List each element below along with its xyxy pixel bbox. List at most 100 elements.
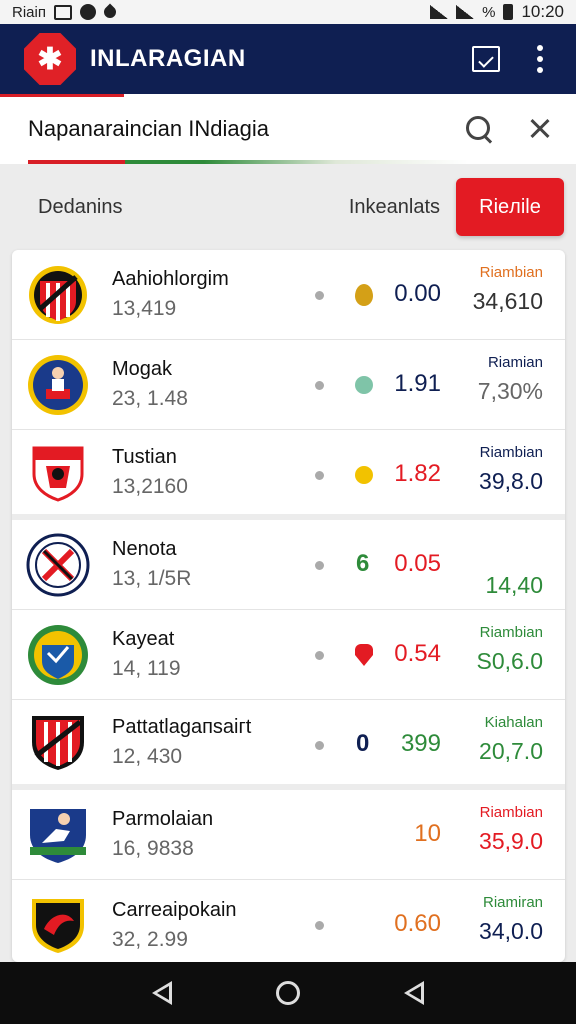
separator-dot-icon — [315, 741, 324, 750]
kebab-icon — [537, 45, 543, 73]
trend-indicator-icon — [355, 644, 373, 666]
team-stat: 14,40 — [485, 572, 543, 598]
search-input[interactable]: Napanaraincian INdiagia — [28, 116, 462, 142]
search-bar: Napanaraincian INdiagia — [0, 94, 576, 164]
team-stat-block: Riamian 7,30% — [433, 354, 543, 405]
team-tag: Riamiran — [482, 894, 543, 911]
status-bar: Riaiп % 10:20 — [0, 0, 576, 24]
close-icon[interactable] — [526, 115, 554, 143]
team-name: Pattatlagaпsaiгt — [112, 715, 252, 738]
team-row[interactable]: Aahiohlorgim 13,419 0.00 Riambian 34,610 — [12, 250, 565, 340]
filter-row: Dedanins Inkeanlats Rieлile — [0, 164, 576, 250]
trend-indicator-icon — [355, 376, 373, 394]
trend-indicator-icon — [355, 466, 373, 484]
team-name: Kayeat — [112, 628, 175, 650]
team-name: Tustian — [112, 445, 177, 468]
separator-dot-icon — [315, 381, 324, 390]
team-crest-icon — [26, 623, 90, 687]
trend-indicator-icon — [355, 284, 373, 306]
team-crest-icon — [26, 440, 90, 504]
team-crest-icon — [26, 353, 90, 417]
separator-dot-icon — [315, 921, 324, 930]
team-stat: 34,610 — [472, 288, 543, 314]
cell-signal-icon — [456, 5, 475, 19]
separator-dot-icon — [315, 561, 324, 570]
separator-dot-icon — [315, 291, 324, 300]
team-row[interactable]: Carreaipokain 32, 2.99 0.60 Riamiran 34,… — [12, 880, 565, 962]
team-stat-block: Kiahalan 20,7.0 — [433, 714, 543, 765]
team-info: Kayeat 14, 119 — [112, 628, 302, 681]
team-row[interactable]: Kayeat 14, 119 0.54 Riambian S0,6.0 — [12, 610, 565, 700]
app-notification-icon — [79, 4, 96, 20]
team-info: Pattatlagaпsaiгt 12, 430 — [112, 716, 302, 769]
team-name: Nenota — [112, 538, 177, 560]
team-info: Aahiohlorgim 13,419 — [112, 268, 302, 321]
team-list: Aahiohlorgim 13,419 0.00 Riambian 34,610… — [12, 250, 565, 962]
app-logo[interactable]: ✱ — [24, 33, 76, 85]
team-name: Carreaipokain — [112, 898, 237, 921]
team-name: Aahiohlorgim — [112, 268, 229, 290]
search-icon[interactable] — [462, 112, 496, 146]
team-stat-block: Riambian 35,9.0 — [433, 804, 543, 855]
team-tag: Riamian — [487, 354, 543, 371]
team-subtext: 16, 9838 — [112, 837, 194, 860]
team-name: Mogak — [112, 358, 173, 380]
team-subtext: 23, 1.48 — [112, 387, 188, 410]
team-crest-icon — [26, 710, 90, 774]
team-row[interactable]: Pattatlagaпsaiгt 12, 430 0 399 Kiahalan … — [12, 700, 565, 790]
team-stat-block: Riambian 39,8.0 — [433, 444, 543, 495]
team-subtext: 12, 430 — [112, 744, 183, 768]
more-options-button[interactable] — [524, 43, 556, 75]
team-row[interactable]: Parmolaian 16, 9838 10 Riambian 35,9.0 — [12, 790, 565, 880]
battery-percent: % — [482, 3, 496, 21]
team-subtext: 14, 119 — [112, 657, 181, 680]
team-stat: 34,0.0 — [479, 918, 543, 944]
team-stat-block: Riambian S0,6.0 — [433, 624, 544, 675]
chart-icon — [472, 46, 500, 72]
logo-star-icon: ✱ — [37, 42, 63, 76]
stats-button[interactable] — [470, 43, 502, 75]
location-notification-icon — [101, 3, 119, 21]
team-row[interactable]: Mogak 23, 1.48 1.91 Riamian 7,30% — [12, 340, 565, 430]
team-tag: Riambian — [479, 804, 543, 821]
team-subtext: 13,2160 — [112, 474, 188, 498]
team-row[interactable]: Tustian 13,2160 1.82 Riambian 39,8.0 — [12, 430, 565, 520]
team-tag — [433, 548, 543, 570]
app-bar: ✱ INLARAGIAN — [0, 24, 576, 94]
separator-dot-icon — [315, 471, 324, 480]
status-right: % 10:20 — [430, 2, 564, 22]
navigation-bar — [0, 962, 576, 1024]
team-stat: 39,8.0 — [479, 468, 543, 494]
team-info: Carreaipokain 32, 2.99 — [112, 899, 302, 952]
team-info: Mogak 23, 1.48 — [112, 358, 302, 411]
status-left: Riaiп — [12, 3, 119, 21]
carrier-label: Riaiп — [12, 3, 46, 21]
team-subtext: 32, 2.99 — [112, 927, 188, 951]
filter-tab-mid[interactable]: Inkeanlats — [349, 196, 440, 219]
team-crest-icon — [26, 893, 90, 957]
team-tag: Riambian — [479, 444, 543, 461]
team-crest-icon — [26, 533, 90, 597]
clock: 10:20 — [521, 2, 564, 21]
filter-button[interactable]: Rieлile — [456, 178, 564, 236]
team-tag: Riambian — [479, 624, 543, 641]
trend-indicator: 0 — [356, 730, 370, 757]
team-stat: 20,7.0 — [479, 738, 543, 764]
team-row[interactable]: Nenota 13, 1/5R 6 0.05 14,40 — [12, 520, 565, 610]
team-tag: Kiahalan — [484, 714, 543, 731]
recents-icon[interactable] — [404, 981, 424, 1005]
back-icon[interactable] — [152, 981, 172, 1005]
team-name: Parmolaian — [112, 808, 214, 830]
home-icon[interactable] — [276, 981, 300, 1005]
separator-dot-icon — [315, 651, 324, 660]
team-stat: 7,30% — [477, 378, 543, 404]
team-info: Parmolaian 16, 9838 — [112, 808, 302, 861]
team-stat-block: Riamiran 34,0.0 — [433, 894, 543, 945]
trend-indicator: 6 — [356, 550, 370, 577]
team-stat: 35,9.0 — [479, 828, 543, 854]
team-crest-icon — [26, 803, 90, 867]
team-stat-block: Riambian 34,610 — [433, 264, 543, 315]
team-subtext: 13, 1/5R — [112, 567, 192, 590]
filter-tab-left[interactable]: Dedanins — [38, 196, 349, 219]
team-crest-icon — [26, 263, 90, 327]
